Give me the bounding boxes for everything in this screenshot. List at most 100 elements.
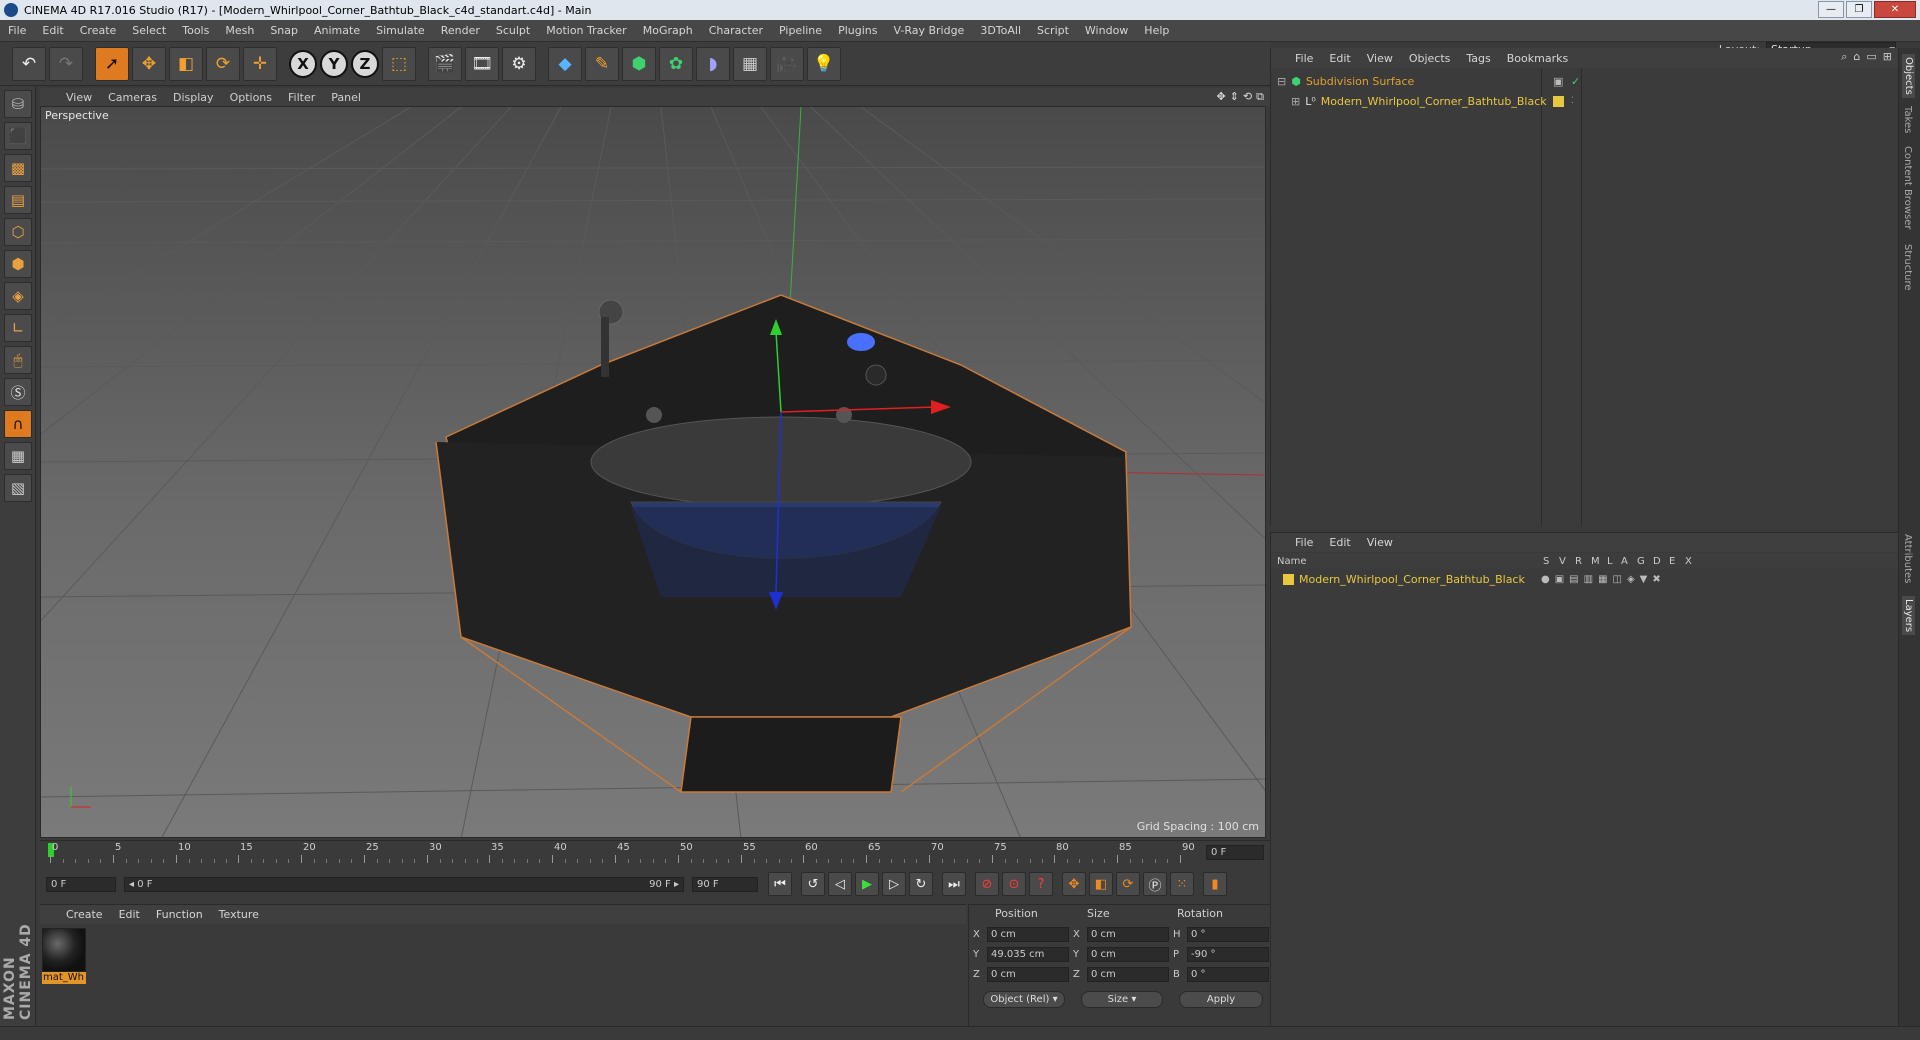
floor-icon[interactable]: ▦ xyxy=(733,46,767,81)
go-to-end-icon[interactable]: ⏭ xyxy=(942,872,966,896)
rot-p-field[interactable]: -90 ° xyxy=(1187,947,1269,962)
texture-mode-icon[interactable]: ▩ xyxy=(4,154,32,182)
menu-render[interactable]: Render xyxy=(433,24,488,37)
menu-file[interactable]: File xyxy=(0,24,34,37)
key-point-level-icon[interactable]: ⁙ xyxy=(1170,872,1194,896)
layer-name[interactable]: Modern_Whirlpool_Corner_Bathtub_Black xyxy=(1299,573,1525,586)
coordinate-mode-dropdown[interactable]: Object (Rel) ▾ xyxy=(983,991,1065,1008)
select-arrow-icon[interactable]: ➚ xyxy=(95,46,129,81)
end-frame-field[interactable]: 0 F xyxy=(1206,845,1264,860)
size-x-field[interactable]: 0 cm xyxy=(1087,927,1169,942)
key-scale-icon[interactable]: ◧ xyxy=(1089,872,1113,896)
menu-mesh[interactable]: Mesh xyxy=(217,24,262,37)
previous-keyframe-icon[interactable]: ↺ xyxy=(801,872,825,896)
play-icon[interactable]: ▶ xyxy=(855,872,879,896)
menu-vray-bridge[interactable]: V-Ray Bridge xyxy=(885,24,972,37)
orbit-icon[interactable]: ⟲ xyxy=(1243,90,1252,104)
x-axis-icon[interactable]: X xyxy=(289,49,317,78)
last-tool-icon[interactable]: ✛ xyxy=(243,46,277,81)
objects-menu-edit[interactable]: Edit xyxy=(1329,52,1350,65)
cube-primitive-icon[interactable]: ◆ xyxy=(548,46,582,81)
size-mode-dropdown[interactable]: Size ▾ xyxy=(1081,991,1163,1008)
tab-objects[interactable]: Objects xyxy=(1902,54,1915,98)
material-thumbnail[interactable] xyxy=(42,928,86,972)
bathtub-model[interactable] xyxy=(435,294,1132,793)
perspective-viewport[interactable]: Perspective Grid Spacing : 100 cm xyxy=(40,106,1266,838)
menu-select[interactable]: Select xyxy=(124,24,174,37)
model-mode-icon[interactable]: ⬛ xyxy=(4,122,32,150)
move-icon[interactable]: ✥ xyxy=(132,46,166,81)
points-mode-icon[interactable]: ⬡ xyxy=(4,218,32,246)
home-icon[interactable]: ⌂ xyxy=(1853,50,1860,64)
render-view-icon[interactable]: 🎬 xyxy=(428,46,462,81)
solo-icon[interactable]: Ⓢ xyxy=(4,378,32,406)
key-position-icon[interactable]: ✥ xyxy=(1062,872,1086,896)
rot-b-field[interactable]: 0 ° xyxy=(1187,967,1269,982)
menu-character[interactable]: Character xyxy=(701,24,771,37)
visibility-dots-icon[interactable]: ⁚ xyxy=(1571,96,1574,106)
viewport-menu-filter[interactable]: Filter xyxy=(288,91,315,104)
material-menu-texture[interactable]: Texture xyxy=(219,908,259,921)
layers-menu-file[interactable]: File xyxy=(1295,536,1313,549)
object-row-subdivision[interactable]: ⊟ ⬢ Subdivision Surface ▣ ✓ xyxy=(1277,73,1580,89)
snap-icon[interactable]: ∩ xyxy=(4,410,32,438)
search-icon[interactable]: ⌕ xyxy=(1841,50,1847,64)
subdivision-surface-icon[interactable]: ⬢ xyxy=(622,46,656,81)
pos-x-field[interactable]: 0 cm xyxy=(987,927,1069,942)
make-editable-icon[interactable]: ⛁ xyxy=(4,90,32,118)
menu-plugins[interactable]: Plugins xyxy=(830,24,885,37)
collapse-icon[interactable]: ⊟ xyxy=(1277,75,1286,88)
timeline-ruler[interactable]: 0 5 10 15 20 25 30 35 40 45 50 55 60 65 70 75 80 85 90 0 F xyxy=(40,840,1270,864)
next-keyframe-icon[interactable]: ↻ xyxy=(909,872,933,896)
menu-simulate[interactable]: Simulate xyxy=(368,24,433,37)
material-menu-create[interactable]: Create xyxy=(66,908,103,921)
menu-snap[interactable]: Snap xyxy=(262,24,306,37)
viewport-menu-panel[interactable]: Panel xyxy=(331,91,361,104)
tab-takes[interactable]: Takes xyxy=(1902,106,1913,133)
key-parameter-icon[interactable]: Ⓟ xyxy=(1143,872,1167,896)
minimize-button[interactable]: — xyxy=(1818,1,1844,18)
layers-menu-edit[interactable]: Edit xyxy=(1329,536,1350,549)
go-to-start-icon[interactable]: ⏮ xyxy=(768,872,792,896)
material-menu-function[interactable]: Function xyxy=(156,908,203,921)
rot-h-field[interactable]: 0 ° xyxy=(1187,927,1269,942)
size-z-field[interactable]: 0 cm xyxy=(1087,967,1169,982)
layer-toggle-icons[interactable]: ●▣▤▥▦◫◈▼✖ xyxy=(1541,574,1666,585)
world-coordinate-icon[interactable]: ⬚ xyxy=(382,46,416,81)
menu-pipeline[interactable]: Pipeline xyxy=(771,24,830,37)
menu-window[interactable]: Window xyxy=(1077,24,1136,37)
new-view-icon[interactable]: ▭ xyxy=(1866,50,1876,64)
max-frame-field[interactable]: 90 F xyxy=(692,876,758,892)
pen-spline-icon[interactable]: ✎ xyxy=(585,46,619,81)
viewport-menu-options[interactable]: Options xyxy=(230,91,272,104)
scale-icon[interactable]: ◧ xyxy=(169,46,203,81)
polygons-mode-icon[interactable]: ◈ xyxy=(4,282,32,310)
tweak-mode-icon[interactable]: 🖱 xyxy=(4,346,32,374)
light-icon[interactable]: 💡 xyxy=(807,46,841,81)
redo-icon[interactable]: ↷ xyxy=(49,46,83,81)
workplane-mode-icon[interactable]: ▤ xyxy=(4,186,32,214)
pos-y-field[interactable]: 49.035 cm xyxy=(987,947,1069,962)
edges-mode-icon[interactable]: ⬢ xyxy=(4,250,32,278)
planar-workplane-icon[interactable]: ▧ xyxy=(4,474,32,502)
menu-sculpt[interactable]: Sculpt xyxy=(488,24,538,37)
render-picture-viewer-icon[interactable]: 🎞 xyxy=(465,46,499,81)
key-rotation-icon[interactable]: ⟳ xyxy=(1116,872,1140,896)
viewport-menu-cameras[interactable]: Cameras xyxy=(108,91,157,104)
menu-mograph[interactable]: MoGraph xyxy=(635,24,701,37)
objects-menu-objects[interactable]: Objects xyxy=(1409,52,1451,65)
pos-z-field[interactable]: 0 cm xyxy=(987,967,1069,982)
menu-script[interactable]: Script xyxy=(1029,24,1077,37)
next-frame-icon[interactable]: ▷ xyxy=(882,872,906,896)
undo-icon[interactable]: ↶ xyxy=(12,46,46,81)
apply-button[interactable]: Apply xyxy=(1179,991,1263,1008)
layers-menu-view[interactable]: View xyxy=(1367,536,1393,549)
menu-3dtoall[interactable]: 3DToAll xyxy=(972,24,1029,37)
maximize-button[interactable]: ❐ xyxy=(1846,1,1872,18)
maximize-view-icon[interactable]: ⧉ xyxy=(1256,90,1264,104)
tab-content-browser[interactable]: Content Browser xyxy=(1902,146,1913,229)
dolly-icon[interactable]: ⇕ xyxy=(1230,90,1239,104)
array-icon[interactable]: ✿ xyxy=(659,46,693,81)
z-axis-icon[interactable]: Z xyxy=(351,49,379,78)
menu-animate[interactable]: Animate xyxy=(306,24,368,37)
